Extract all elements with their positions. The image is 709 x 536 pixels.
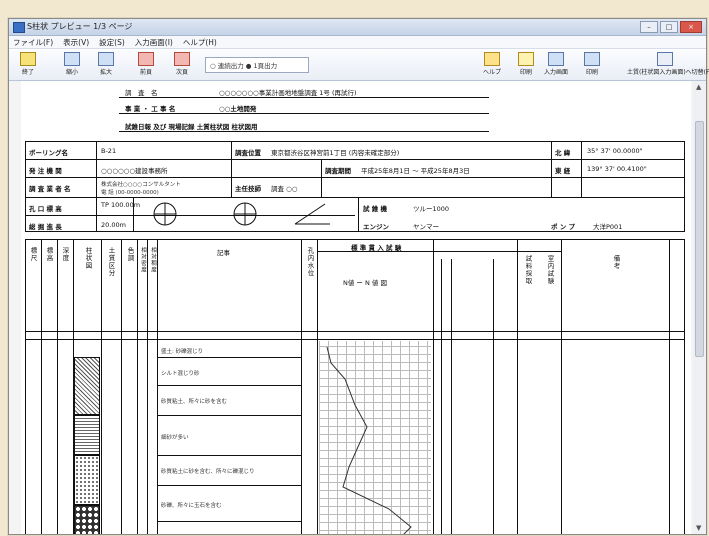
chief-value: 調査 ○○ <box>271 185 298 193</box>
period-value: 平成25年8月1日 〜 平成25年8月3日 <box>361 167 470 175</box>
exit-button[interactable]: 終了 <box>15 52 41 78</box>
remark-row-6: 砂礫、所々に玉石を含む <box>161 503 222 509</box>
prev-page-button[interactable]: 前頁 <box>133 52 159 78</box>
exit-icon <box>20 52 36 66</box>
minimize-button[interactable]: – <box>640 21 658 33</box>
input-screen-icon <box>548 52 564 66</box>
col-column-chart: 柱状図 <box>84 247 92 270</box>
chief-label: 主任技師 <box>235 185 261 193</box>
period-label: 調査期間 <box>325 167 351 175</box>
vertical-scrollbar[interactable]: ▲ ▼ <box>693 81 706 534</box>
soil-pattern-fill <box>74 357 100 415</box>
col-water-level: 孔内水位 <box>306 247 314 277</box>
site-label: 調査位置 <box>235 149 261 157</box>
remark-row-5: 砂質粘土に砂を含む、所々に礫混じり <box>161 469 255 475</box>
print-settings-button[interactable]: 印刷 <box>579 52 605 78</box>
remark-row-3: 砂質粘土、所々に砂を含む <box>161 399 228 405</box>
site-value: 東京都渋谷区神宮前1丁目 (内容未確定部分) <box>271 149 400 157</box>
zoom-out-icon <box>64 52 80 66</box>
zoom-out-button[interactable]: 縮小 <box>59 52 85 78</box>
scroll-up-icon[interactable]: ▲ <box>696 83 701 91</box>
col-sampling: 試料採取 <box>524 255 532 285</box>
direction-diagrams <box>153 202 330 226</box>
company-name: 株式会社○○○○コンサルタント <box>101 182 181 188</box>
menu-bar: ファイル(F) 表示(V) 設定(S) 入力画面(I) ヘルプ(H) <box>9 36 706 49</box>
col-notes: 備考 <box>612 255 620 270</box>
col-color: 色調 <box>126 247 134 262</box>
remark-row-2: シルト混じり砂 <box>161 371 200 377</box>
depth-value: 20.00m <box>101 221 126 229</box>
maximize-button[interactable]: □ <box>660 21 678 33</box>
rig-label: 試 錐 機 <box>363 205 388 213</box>
lon-value: 139° 37' 00.4100" <box>587 165 647 173</box>
zoom-in-button[interactable]: 拡大 <box>93 52 119 78</box>
switch-icon <box>657 52 673 66</box>
remark-row-1: 盛土: 砂礫混じり <box>161 349 204 355</box>
project-name: ○○○○○○○事業計画地地盤調査 1号 (再試行) <box>219 89 357 97</box>
pump-label: ポ ン プ <box>551 223 576 231</box>
col-soil-class: 土質区分 <box>107 247 115 277</box>
output-mode-radio[interactable]: ○ 連続出力 ● 1頁出力 <box>205 57 309 73</box>
lat-label: 北 緯 <box>555 149 571 157</box>
prev-page-icon <box>138 52 154 66</box>
boring-name: B-21 <box>101 147 117 155</box>
report-page: 調 査 名 ○○○○○○○事業計画地地盤調査 1号 (再試行) 事 業 ・ 工 … <box>21 81 691 534</box>
soil-pattern-gravel <box>74 505 100 534</box>
company-tel: 電 話 (00-0000-0000) <box>101 190 159 196</box>
help-button[interactable]: ヘルプ <box>479 52 505 78</box>
scroll-down-icon[interactable]: ▼ <box>696 524 701 532</box>
nvalue-chart-title: N値 ー N 値 図 <box>343 279 387 287</box>
pump-value: 大洋P001 <box>593 223 623 231</box>
col-elevation: 標高 <box>45 247 53 262</box>
engine-label: エンジン <box>363 223 389 231</box>
print-button[interactable]: 印刷 <box>513 52 539 78</box>
soil-pattern-sand <box>74 455 100 505</box>
zoom-in-icon <box>98 52 114 66</box>
remark-row-4: 細砂が多い <box>161 435 189 441</box>
menu-view[interactable]: 表示(V) <box>63 36 89 48</box>
nvalue-chart-line <box>326 346 412 534</box>
switch-screen-button[interactable]: 土質(柱状図入力画面)へ切替(F3) <box>627 52 709 78</box>
project-label: 調 査 名 <box>125 89 158 97</box>
engine-value: ヤンマー <box>413 223 439 231</box>
next-page-button[interactable]: 次頁 <box>169 52 195 78</box>
elev-label: 孔 口 標 高 <box>29 205 62 213</box>
scroll-thumb[interactable] <box>695 121 704 357</box>
soil-pattern-clay <box>74 415 100 455</box>
print-icon <box>584 52 600 66</box>
col-remarks: 記事 <box>217 249 230 257</box>
col-consistency: 相対稠度 <box>150 247 156 273</box>
depth-label: 総 掘 進 長 <box>29 223 62 231</box>
next-page-icon <box>174 52 190 66</box>
menu-input-screen[interactable]: 入力画面(I) <box>135 36 173 48</box>
client-label: 発 注 機 関 <box>29 167 62 175</box>
document-area[interactable]: 調 査 名 ○○○○○○○事業計画地地盤調査 1号 (再試行) 事 業 ・ 工 … <box>9 81 694 534</box>
input-screen-button[interactable]: 入力画面 <box>543 52 569 78</box>
sheet-title: 試錐日報 及び 現場記録 土質柱状図 柱状図用 <box>125 123 258 131</box>
col-density: 相対密度 <box>140 247 146 273</box>
window-title: S柱状 プレビュー 1/3 ページ <box>27 22 133 31</box>
col-depth: 深度 <box>61 247 69 262</box>
rig-value: ツルー1000 <box>413 205 450 213</box>
help-icon <box>484 52 500 66</box>
close-button[interactable]: × <box>680 21 702 33</box>
title-bar: S柱状 プレビュー 1/3 ページ – □ × <box>9 19 706 36</box>
menu-file[interactable]: ファイル(F) <box>13 36 53 48</box>
print-icon <box>518 52 534 66</box>
toolbar: 終了 縮小 拡大 前頁 次頁 ○ 連続出力 ● 1頁出力 ヘルプ 印刷 入力画面… <box>9 50 709 81</box>
col-lab-test: 室内試験 <box>546 255 554 285</box>
work-name: ○○土地開発 <box>219 105 257 113</box>
company-label: 調 査 業 者 名 <box>29 185 71 193</box>
lon-label: 東 経 <box>555 167 571 175</box>
lat-value: 35° 37' 00.0000" <box>587 147 643 155</box>
boring-name-label: ボーリング名 <box>29 149 68 157</box>
menu-help[interactable]: ヘルプ(H) <box>183 36 217 48</box>
client-value: ○○○○○○建設事務所 <box>101 167 168 175</box>
col-scale: 標尺 <box>29 247 37 262</box>
work-label: 事 業 ・ 工 事 名 <box>125 105 176 113</box>
menu-settings[interactable]: 設定(S) <box>99 36 125 48</box>
app-icon <box>13 22 25 33</box>
preview-window: S柱状 プレビュー 1/3 ページ – □ × ファイル(F) 表示(V) 設定… <box>8 18 709 535</box>
std-pen-title: 標 準 貫 入 試 験 <box>351 244 402 252</box>
